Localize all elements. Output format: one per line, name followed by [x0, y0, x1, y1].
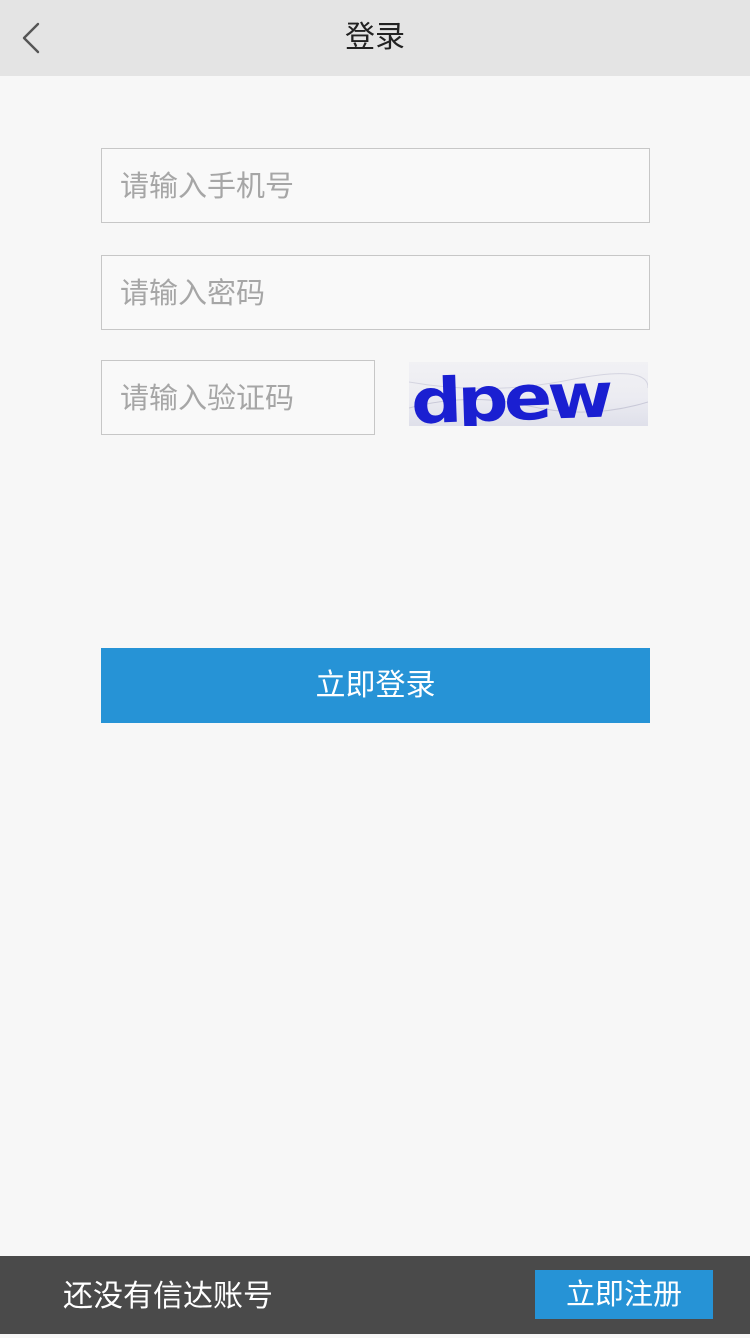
captcha-text: dpew [410, 362, 614, 426]
captcha-input[interactable] [102, 361, 374, 434]
login-button[interactable]: 立即登录 [101, 648, 650, 723]
password-field-container [101, 255, 650, 330]
page-title: 登录 [345, 20, 405, 55]
footer-bar: 还没有信达账号 立即注册 [0, 1256, 750, 1334]
register-button[interactable]: 立即注册 [535, 1270, 713, 1319]
no-account-prompt: 还没有信达账号 [63, 1279, 273, 1314]
password-input[interactable] [102, 256, 649, 329]
captcha-image[interactable]: dpew [409, 362, 648, 426]
captcha-graphic: dpew [409, 362, 648, 426]
phone-field-container [101, 148, 650, 223]
phone-input[interactable] [102, 149, 649, 222]
top-nav-bar: 登录 [0, 0, 750, 76]
captcha-field-container [101, 360, 375, 435]
